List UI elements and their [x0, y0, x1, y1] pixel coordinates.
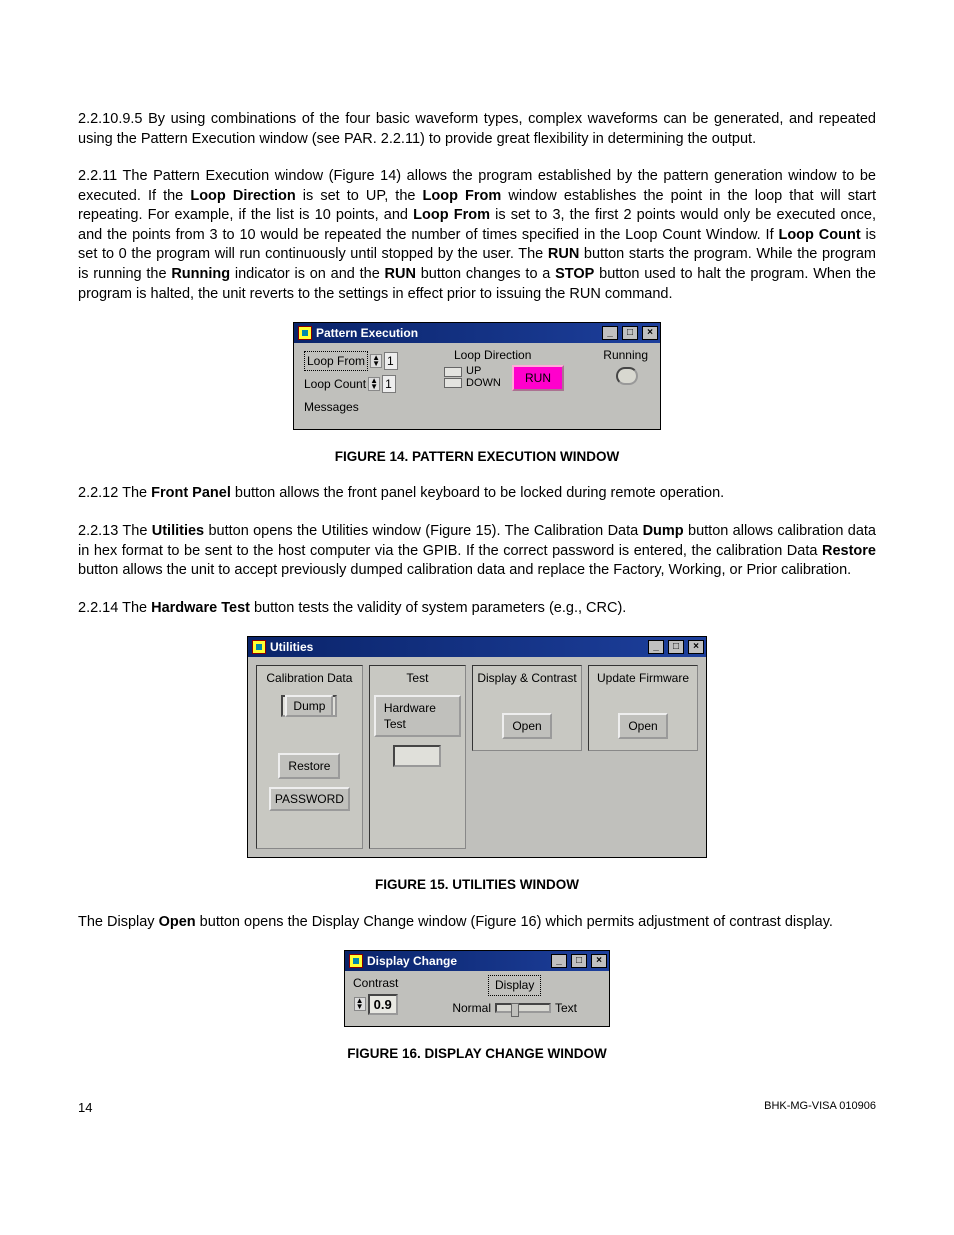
display-button[interactable]: Display	[488, 975, 541, 995]
calibration-panel: Calibration Data Dump Restore PASSWORD	[256, 665, 363, 849]
app-icon	[349, 954, 363, 968]
loop-from-label: Loop From	[304, 351, 368, 371]
restore-button[interactable]: Restore	[278, 753, 340, 779]
app-icon	[298, 326, 312, 340]
paragraph-2-2-10-9-5: 2.2.10.9.5 By using combinations of the …	[78, 110, 876, 149]
paragraph-2-2-11: 2.2.11 The Pattern Execution window (Fig…	[78, 167, 876, 304]
contrast-label: Contrast	[353, 975, 398, 991]
display-change-window: Display Change _ □ × Contrast ▲▼ 0.9 Dis…	[344, 950, 610, 1027]
hardware-test-button[interactable]: Hardware Test	[374, 695, 461, 737]
display-open-button[interactable]: Open	[502, 713, 551, 739]
bold: Dump	[643, 523, 684, 539]
test-panel: Test Hardware Test	[369, 665, 466, 849]
running-indicator	[616, 367, 638, 385]
text: 2.2.13 The	[78, 523, 152, 539]
close-button[interactable]: ×	[688, 640, 704, 654]
bold: Running	[171, 266, 230, 282]
loop-direction-label: Loop Direction	[454, 347, 531, 363]
bold: Loop From	[413, 207, 490, 223]
window-title: Display Change	[367, 953, 457, 969]
up-label: UP	[466, 365, 501, 377]
text: button opens the Display Change window (…	[196, 914, 833, 930]
loop-from-spinner[interactable]: ▲▼	[370, 354, 382, 368]
minimize-button[interactable]: _	[551, 954, 567, 968]
titlebar[interactable]: Utilities _ □ ×	[248, 637, 706, 657]
figure-16-caption: FIGURE 16. DISPLAY CHANGE WINDOW	[78, 1045, 876, 1063]
down-label: DOWN	[466, 377, 501, 389]
contrast-value[interactable]: 0.9	[368, 994, 398, 1016]
firmware-open-button[interactable]: Open	[618, 713, 667, 739]
bold: Hardware Test	[151, 600, 250, 616]
text: indicator is on and the	[230, 266, 384, 282]
text: 2.2.14 The	[78, 600, 151, 616]
maximize-button[interactable]: □	[668, 640, 684, 654]
paragraph-display-open: The Display Open button opens the Displa…	[78, 913, 876, 933]
document-id: BHK-MG-VISA 010906	[764, 1099, 876, 1117]
test-indicator	[393, 745, 441, 767]
direction-toggle[interactable]	[444, 367, 462, 388]
text: button allows the unit to accept previou…	[78, 562, 851, 578]
firmware-label: Update Firmware	[597, 670, 689, 686]
messages-label: Messages	[304, 399, 359, 415]
bold: Restore	[822, 543, 876, 559]
firmware-panel: Update Firmware Open	[588, 665, 698, 751]
bold: Loop From	[423, 188, 502, 204]
text: The Display	[78, 914, 159, 930]
password-field[interactable]: PASSWORD	[269, 787, 350, 811]
loop-from-value[interactable]: 1	[384, 352, 398, 370]
paragraph-2-2-12: 2.2.12 The Front Panel button allows the…	[78, 484, 876, 504]
titlebar[interactable]: Display Change _ □ ×	[345, 951, 609, 971]
bold: STOP	[555, 266, 594, 282]
minimize-button[interactable]: _	[648, 640, 664, 654]
display-panel: Display & Contrast Open	[472, 665, 582, 751]
pattern-execution-window: Pattern Execution _ □ × Loop From ▲▼ 1 L…	[293, 322, 661, 430]
text: is set to UP, the	[296, 188, 423, 204]
loop-count-label: Loop Count	[304, 376, 366, 392]
page-number: 14	[78, 1099, 92, 1117]
bold: RUN	[548, 246, 579, 262]
text: button opens the Utilities window (Figur…	[204, 523, 642, 539]
normal-label: Normal	[452, 1000, 491, 1016]
maximize-button[interactable]: □	[622, 326, 638, 340]
bold: Open	[159, 914, 196, 930]
text: button changes to a	[416, 266, 555, 282]
window-title: Pattern Execution	[316, 325, 418, 341]
text: button allows the front panel keyboard t…	[231, 485, 724, 501]
bold: RUN	[385, 266, 416, 282]
bold: Front Panel	[151, 485, 231, 501]
text-label: Text	[555, 1000, 577, 1016]
run-button[interactable]: RUN	[512, 365, 564, 391]
display-label: Display & Contrast	[477, 670, 576, 686]
maximize-button[interactable]: □	[571, 954, 587, 968]
running-label: Running	[603, 347, 648, 363]
app-icon	[252, 640, 266, 654]
titlebar[interactable]: Pattern Execution _ □ ×	[294, 323, 660, 343]
display-slider[interactable]	[495, 1003, 551, 1013]
loop-count-spinner[interactable]: ▲▼	[368, 377, 380, 391]
close-button[interactable]: ×	[642, 326, 658, 340]
minimize-button[interactable]: _	[602, 326, 618, 340]
figure-14-caption: FIGURE 14. PATTERN EXECUTION WINDOW	[78, 448, 876, 466]
loop-count-value[interactable]: 1	[382, 375, 396, 393]
bold: Utilities	[152, 523, 204, 539]
dump-container: Dump	[281, 695, 337, 717]
test-label: Test	[406, 670, 428, 686]
bold: Loop Count	[778, 227, 860, 243]
window-title: Utilities	[270, 639, 313, 655]
dump-button[interactable]: Dump	[285, 695, 333, 717]
paragraph-2-2-13: 2.2.13 The Utilities button opens the Ut…	[78, 522, 876, 581]
utilities-window: Utilities _ □ × Calibration Data Dump Re…	[247, 636, 707, 858]
bold: Loop Direction	[190, 188, 295, 204]
close-button[interactable]: ×	[591, 954, 607, 968]
figure-15-caption: FIGURE 15. UTILITIES WINDOW	[78, 876, 876, 894]
paragraph-2-2-14: 2.2.14 The Hardware Test button tests th…	[78, 599, 876, 619]
calibration-label: Calibration Data	[266, 670, 352, 686]
contrast-spinner[interactable]: ▲▼	[354, 997, 366, 1011]
text: button tests the validity of system para…	[250, 600, 626, 616]
text: 2.2.12 The	[78, 485, 151, 501]
